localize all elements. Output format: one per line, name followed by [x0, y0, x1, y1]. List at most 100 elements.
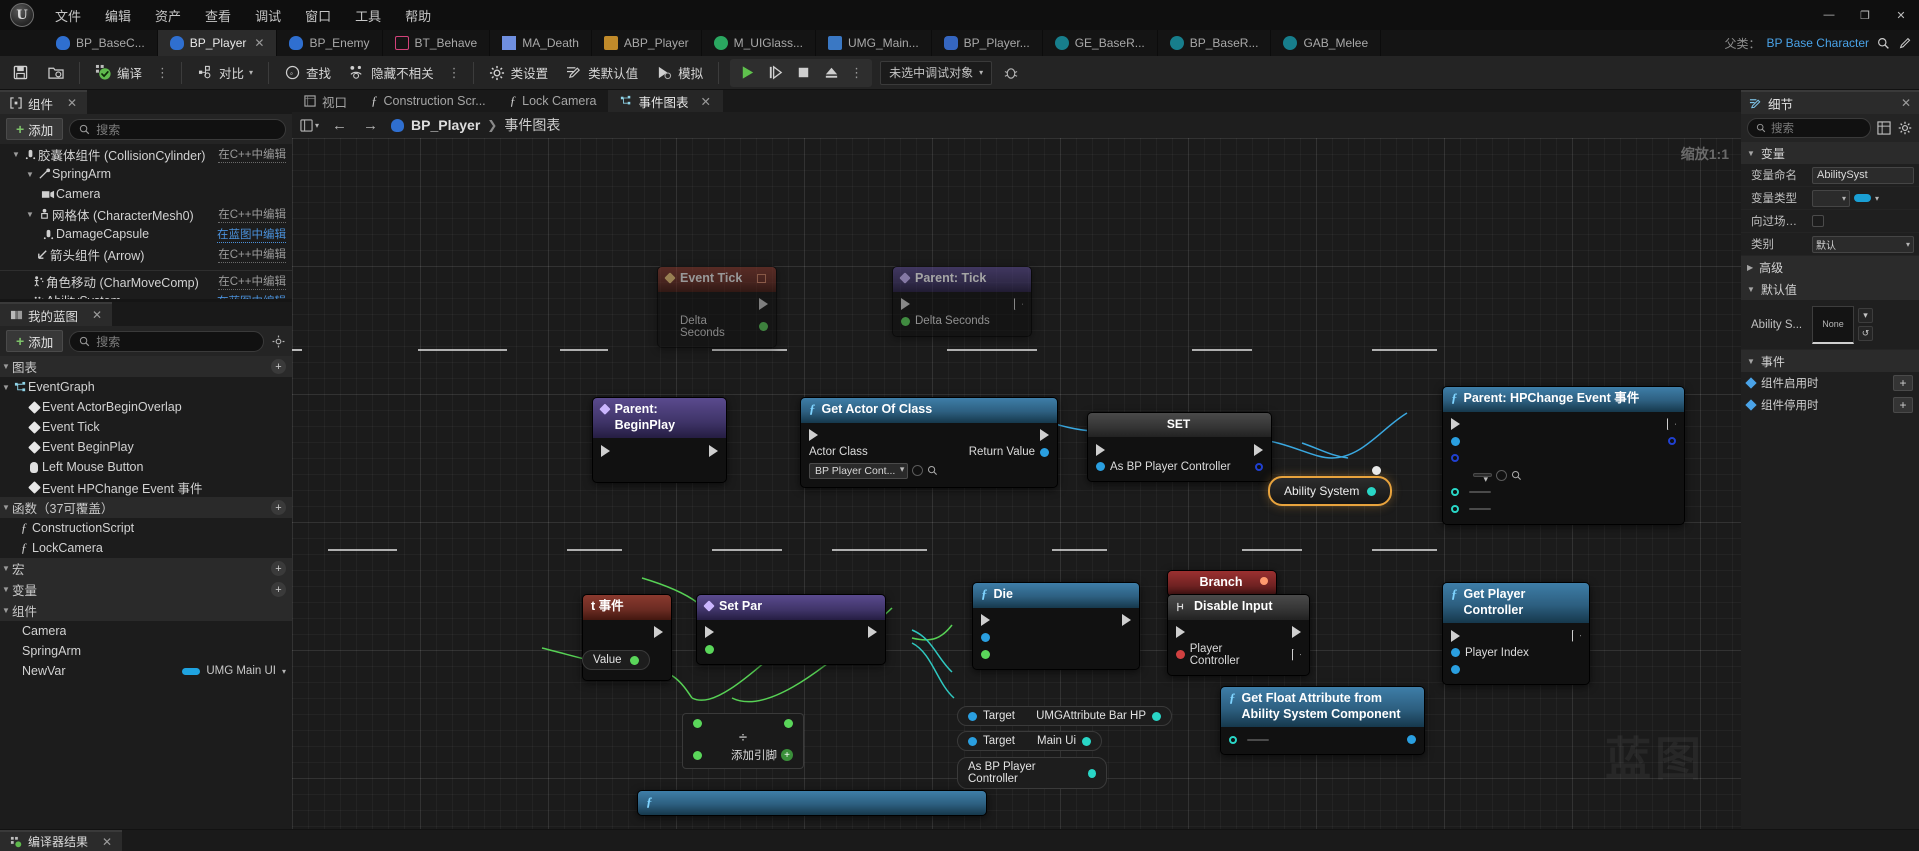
node-ability-system-variable[interactable]: Ability System — [1268, 476, 1393, 506]
search-icon[interactable] — [1875, 35, 1891, 51]
pin-target[interactable] — [981, 632, 995, 642]
find-button[interactable]: ⌕ 查找 — [276, 60, 339, 86]
asset-tab-bp-baser[interactable]: BP_BaseR... — [1157, 30, 1272, 56]
pin-pre[interactable] — [981, 649, 995, 659]
category-select[interactable]: 默认 ▾ — [1812, 235, 1914, 253]
component-row-camera[interactable]: Camera — [0, 184, 292, 204]
close-icon[interactable]: ✕ — [102, 835, 112, 849]
dropdown-icon[interactable]: ▾ — [1858, 308, 1873, 323]
pin-delta-seconds[interactable]: Delta Seconds — [680, 315, 768, 339]
components-search-input[interactable]: 搜索 — [69, 118, 286, 140]
details-section-variable[interactable]: ▼ 变量 — [1741, 142, 1919, 164]
asset-thumbnail-none[interactable]: None — [1812, 305, 1854, 344]
exec-in-pin[interactable] — [981, 614, 990, 627]
exec-out-true-pin[interactable] — [1287, 626, 1301, 639]
node-give-ability-and-activate-once[interactable]: ƒ Parent: HPChange Event 事件 — [1442, 386, 1685, 525]
asset-tab-bp-player[interactable]: BP_Player ✕ — [157, 30, 278, 56]
pin-player-controller[interactable] — [1451, 665, 1465, 675]
add-variable-button[interactable]: + — [271, 582, 286, 597]
variable-name-input[interactable]: AbilitySyst — [1812, 166, 1914, 184]
hide-unrelated-overflow-button[interactable]: ⋮ — [444, 65, 466, 81]
chevron-down-icon[interactable]: ▼ — [10, 150, 22, 159]
pin-input-id[interactable] — [1451, 505, 1491, 514]
node-get-actor-of-class[interactable]: ƒ Get Actor Of Class Actor Class Return … — [800, 397, 1058, 488]
function-row-lockcamera[interactable]: ƒ LockCamera — [0, 538, 292, 558]
node-event-tick[interactable]: Event Tick Delta Seconds — [657, 266, 777, 348]
tab-my-blueprint[interactable]: 我的蓝图 ✕ — [0, 302, 113, 326]
node-branch[interactable]: Disable Input Player Controller — [1167, 594, 1310, 676]
actor-class-picker[interactable]: BP Player Cont... — [809, 462, 938, 479]
chevron-down-icon[interactable]: ▼ — [24, 210, 36, 219]
actor-class-value[interactable]: BP Player Cont... — [809, 462, 909, 479]
chevron-down-icon[interactable]: ▼ — [24, 170, 36, 179]
asset-tab-bt-behave[interactable]: BT_Behave — [382, 30, 491, 56]
chevron-down-icon[interactable]: ▼ — [0, 606, 12, 615]
breadcrumb-graph[interactable]: 事件图表 — [504, 115, 560, 135]
play-overflow-button[interactable]: ⋮ — [846, 65, 868, 81]
maximize-button[interactable]: ❐ — [1847, 0, 1883, 30]
exec-in-pin[interactable] — [1176, 626, 1185, 639]
divide-out-pin[interactable] — [784, 719, 793, 728]
gear-icon[interactable] — [1897, 120, 1913, 136]
details-section-events[interactable]: ▼ 事件 — [1741, 350, 1919, 372]
graph-row-event-tick[interactable]: Event Tick — [0, 417, 292, 437]
exec-in-pin[interactable] — [809, 429, 818, 442]
pin-target[interactable] — [1451, 436, 1465, 446]
asset-tab-umg-main[interactable]: UMG_Main... — [815, 30, 932, 56]
close-icon[interactable]: ✕ — [701, 94, 711, 109]
parent-class-value[interactable]: BP Base Character — [1767, 36, 1870, 50]
pin-player-index[interactable] — [1229, 735, 1269, 744]
add-event-button[interactable]: + — [1893, 375, 1913, 391]
component-row-abilitysystem[interactable]: AbilitySystem 在蓝图中编辑 — [0, 291, 292, 299]
exec-in-pin[interactable] — [1096, 443, 1105, 456]
function-row-constructionscript[interactable]: ƒ ConstructionScript — [0, 518, 292, 538]
graph-row-event-beginplay[interactable]: Event BeginPlay — [0, 437, 292, 457]
nav-forward-button[interactable]: → — [360, 117, 381, 134]
menu-help[interactable]: 帮助 — [394, 2, 442, 29]
chevron-down-icon[interactable]: ▼ — [0, 362, 12, 371]
divide-in-a-pin[interactable] — [693, 719, 702, 728]
node-die[interactable]: Branch — [1167, 570, 1277, 597]
asset-tab-close-icon[interactable]: ✕ — [254, 36, 264, 50]
menu-assets[interactable]: 资产 — [144, 2, 192, 29]
close-icon[interactable]: ✕ — [1901, 96, 1911, 110]
chevron-down-icon[interactable]: ▼ — [1747, 357, 1755, 366]
component-edit-badge[interactable]: 在C++中编辑 — [218, 146, 286, 163]
component-row-collision-cylinder[interactable]: ▼ 胶囊体组件 (CollisionCylinder) 在C++中编辑 — [0, 144, 292, 164]
wire-knot[interactable] — [1372, 466, 1381, 475]
chevron-down-icon[interactable]: ▼ — [0, 585, 12, 594]
frame-skip-button[interactable] — [762, 61, 788, 85]
node-parent-hpchange-event[interactable]: Set Par — [696, 594, 886, 665]
exec-out-false-pin[interactable] — [1287, 648, 1301, 661]
node-set-par[interactable]: ƒ Die — [972, 582, 1140, 670]
unreal-logo[interactable]: U — [0, 0, 44, 30]
pin-ability-class[interactable] — [1451, 454, 1464, 463]
exec-in-pin[interactable] — [901, 298, 910, 311]
component-row-springarm[interactable]: ▼ SpringArm — [0, 164, 292, 184]
section-graphs[interactable]: ▼ 图表 + — [0, 356, 292, 377]
close-icon[interactable]: ✕ — [67, 96, 77, 110]
exec-out-pin[interactable] — [709, 444, 718, 457]
node-disable-input[interactable]: ƒ Get Player Controller Player Index — [1442, 582, 1590, 686]
plus-icon[interactable]: + — [781, 749, 793, 761]
component-row-arrow[interactable]: 箭头组件 (Arrow) 在C++中编辑 — [0, 244, 292, 264]
pin-as-bp-player-controller[interactable]: As BP Player Controller — [1096, 461, 1231, 473]
add-component-button[interactable]: + 添加 — [6, 118, 64, 140]
exec-out-pin[interactable] — [1014, 298, 1023, 311]
component-edit-badge[interactable]: 在C++中编辑 — [218, 273, 286, 290]
add-macro-button[interactable]: + — [271, 561, 286, 576]
my-blueprint-search-input[interactable]: 搜索 — [69, 330, 264, 352]
tab-components[interactable]: 组件 ✕ — [0, 90, 88, 114]
expose-to-cinematics-checkbox[interactable] — [1812, 215, 1824, 227]
section-components-vars[interactable]: ▼ 组件 — [0, 600, 292, 621]
diff-button[interactable]: 对比 ▾ — [189, 60, 261, 86]
node-get-player-controller[interactable]: ƒ Get Float Attribute from Ability Syste… — [1220, 686, 1425, 756]
ability-class-picker[interactable] — [1451, 469, 1522, 485]
node-get-float-attribute[interactable]: ƒ — [637, 790, 987, 816]
save-button[interactable] — [4, 60, 37, 86]
gear-icon[interactable] — [270, 333, 286, 349]
asset-tab-bp-basec[interactable]: BP_BaseC... — [44, 30, 158, 56]
tab-viewport[interactable]: 视口 — [292, 90, 360, 112]
variable-type-select[interactable]: ▾ — [1812, 189, 1850, 207]
node-pin-as-bp-player-controller[interactable]: As BP Player Controller — [957, 757, 1107, 789]
